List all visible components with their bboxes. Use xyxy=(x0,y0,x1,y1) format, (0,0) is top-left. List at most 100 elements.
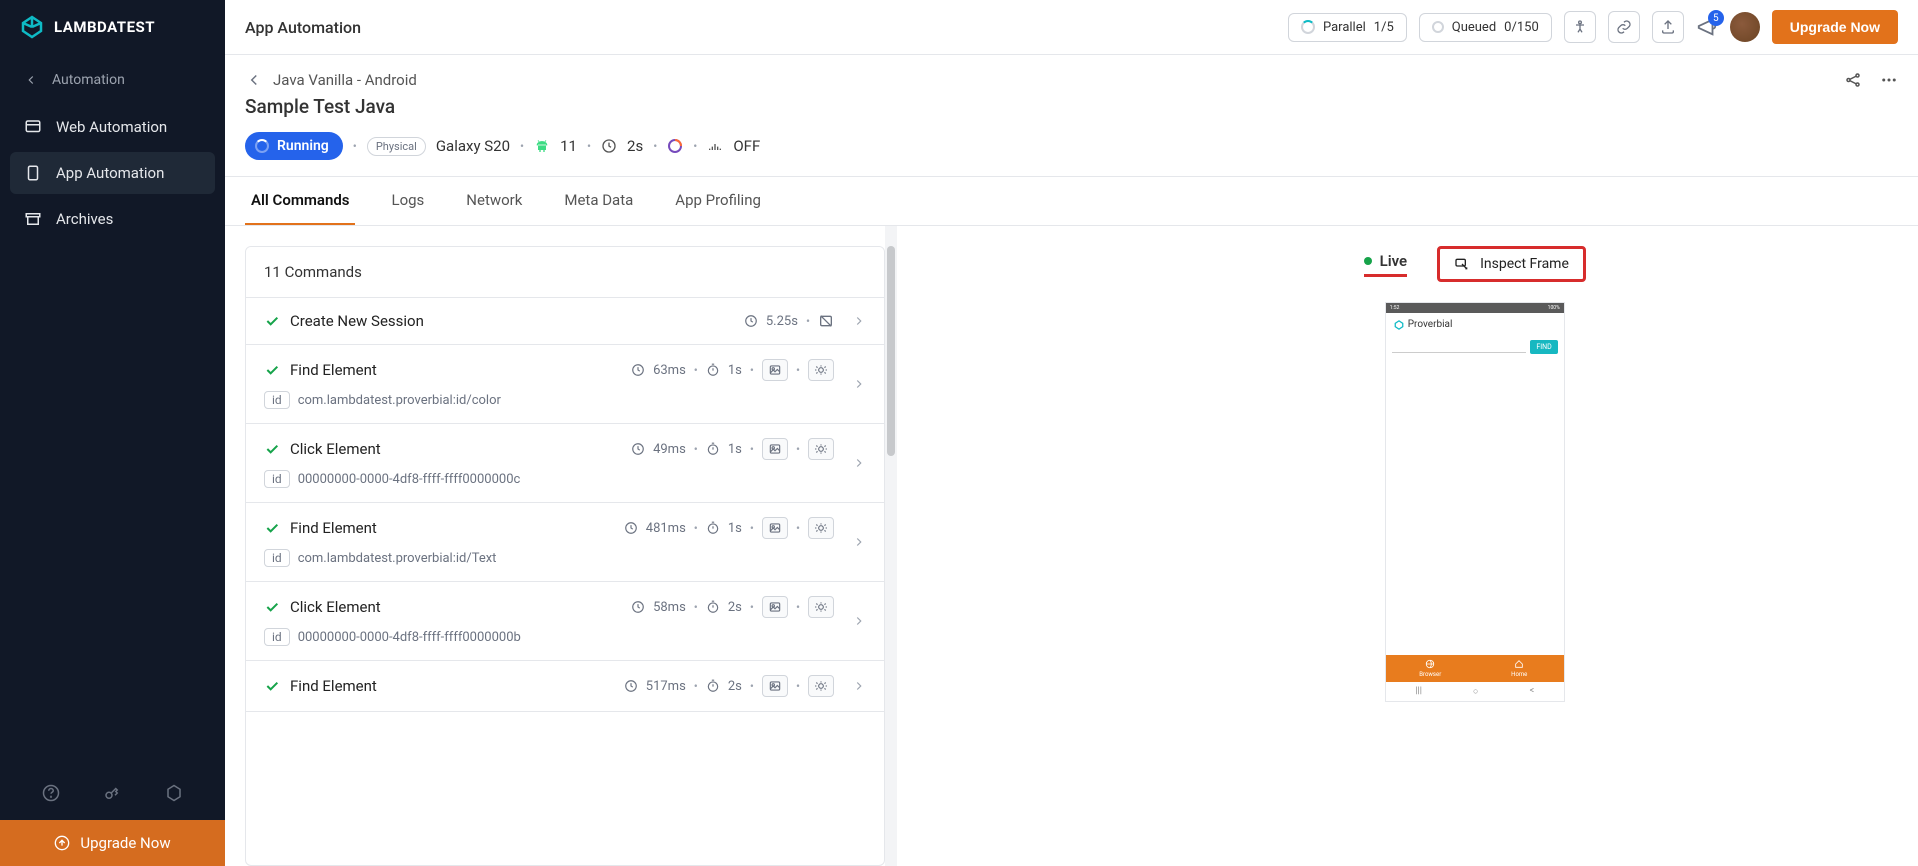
clock-icon xyxy=(601,138,617,154)
screenshot-icon[interactable] xyxy=(762,596,788,618)
tab-app-profiling[interactable]: App Profiling xyxy=(669,177,767,225)
spinner-icon xyxy=(1301,20,1315,34)
check-icon xyxy=(264,599,280,615)
main: App Automation Parallel 1/5 Queued 0/150 xyxy=(225,0,1918,866)
device-search-row: FIND xyxy=(1386,336,1564,358)
stopwatch-icon xyxy=(706,363,720,377)
debug-icon[interactable] xyxy=(808,596,834,618)
android-icon xyxy=(534,138,550,154)
check-icon xyxy=(264,313,280,329)
screenshot-icon[interactable] xyxy=(762,675,788,697)
commands-list: Create New Session 5.25s• Find Element 6… xyxy=(246,298,884,865)
commands-header: 11 Commands xyxy=(246,247,884,298)
inspect-frame-button[interactable]: Inspect Frame xyxy=(1437,246,1586,282)
clock-icon xyxy=(631,442,645,456)
sidebar-item-web-automation[interactable]: Web Automation xyxy=(10,106,215,148)
clock-icon xyxy=(624,521,638,535)
debug-icon[interactable] xyxy=(808,675,834,697)
logo[interactable]: LAMBDATEST xyxy=(0,0,225,54)
tabs: All Commands Logs Network Meta Data App … xyxy=(225,177,1918,226)
device-tab-home: Home xyxy=(1475,655,1564,682)
screenshot-icon[interactable] xyxy=(762,438,788,460)
debug-icon[interactable] xyxy=(808,359,834,381)
puzzle-icon[interactable] xyxy=(165,784,183,802)
clock-icon xyxy=(744,314,758,328)
check-icon xyxy=(264,441,280,457)
device-find-button: FIND xyxy=(1530,340,1557,354)
command-row[interactable]: Click Element 58ms•2s•• id00000000-0000-… xyxy=(246,582,884,661)
help-icon[interactable] xyxy=(42,784,60,802)
breadcrumb[interactable]: Java Vanilla - Android xyxy=(245,71,417,89)
preview-panel: Live Inspect Frame 1:52 100% Proverbial xyxy=(1032,226,1918,866)
device-name: Galaxy S20 xyxy=(436,137,510,155)
command-meta: 5.25s• xyxy=(744,313,834,329)
accessibility-button[interactable] xyxy=(1564,11,1596,43)
sidebar-back[interactable]: Automation xyxy=(0,54,225,106)
chevron-right-icon xyxy=(852,535,866,549)
notifications-button[interactable]: 5 xyxy=(1696,16,1718,38)
sidebar-nav: Web Automation App Automation Archives xyxy=(0,106,225,240)
tab-all-commands[interactable]: All Commands xyxy=(245,177,355,225)
id-tag: id xyxy=(264,549,290,567)
screenshot-icon[interactable] xyxy=(762,359,788,381)
status-row: Running • Physical Galaxy S20 • 11 • 2s … xyxy=(225,128,1918,177)
home-nav-icon: ○ xyxy=(1473,686,1478,697)
command-row[interactable]: Find Element 517ms•2s•• xyxy=(246,661,884,712)
command-meta: 517ms•2s•• xyxy=(624,675,834,697)
live-indicator[interactable]: Live xyxy=(1364,252,1408,277)
stopwatch-icon xyxy=(706,679,720,693)
command-meta: 49ms•1s•• xyxy=(631,438,834,460)
link-icon xyxy=(1616,19,1632,35)
upgrade-now-button[interactable]: Upgrade Now xyxy=(1772,10,1898,44)
page-section-title: App Automation xyxy=(245,18,361,37)
mobile-icon xyxy=(24,164,42,182)
stopwatch-icon xyxy=(706,442,720,456)
chevron-left-icon[interactable] xyxy=(245,71,263,89)
sidebar-item-app-automation[interactable]: App Automation xyxy=(10,152,215,194)
id-tag: id xyxy=(264,391,290,409)
tab-metadata[interactable]: Meta Data xyxy=(558,177,639,225)
more-icon[interactable] xyxy=(1880,71,1898,89)
share-icon[interactable] xyxy=(1844,71,1862,89)
scrollbar-thumb[interactable] xyxy=(887,246,895,456)
queued-badge[interactable]: Queued 0/150 xyxy=(1419,13,1552,42)
upload-icon xyxy=(1660,19,1676,35)
command-time: 517ms xyxy=(646,679,686,694)
key-icon[interactable] xyxy=(103,784,121,802)
spinner-icon xyxy=(255,139,269,153)
sidebar-item-label: App Automation xyxy=(56,164,164,182)
avatar[interactable] xyxy=(1730,12,1760,42)
debug-icon[interactable] xyxy=(808,517,834,539)
breadcrumb-actions xyxy=(1844,71,1898,89)
command-name: Find Element xyxy=(290,519,377,537)
scrollbar[interactable] xyxy=(885,226,897,866)
check-icon xyxy=(264,520,280,536)
content-area: 11 Commands Create New Session 5.25s• Fi… xyxy=(225,226,1918,866)
debug-icon[interactable] xyxy=(808,438,834,460)
chevron-right-icon xyxy=(852,679,866,693)
command-time: 49ms xyxy=(653,442,686,457)
breadcrumb-path: Java Vanilla - Android xyxy=(273,71,417,89)
id-value: 00000000-0000-4df8-ffff-ffff0000000c xyxy=(298,472,521,487)
lambdatest-logo-icon xyxy=(1394,320,1404,330)
archive-icon xyxy=(24,210,42,228)
notification-badge: 5 xyxy=(1708,10,1724,26)
upgrade-label: Upgrade Now xyxy=(80,834,170,852)
browser-icon xyxy=(24,118,42,136)
tab-logs[interactable]: Logs xyxy=(385,177,430,225)
sidebar-item-archives[interactable]: Archives xyxy=(10,198,215,240)
command-row[interactable]: Find Element 481ms•1s•• idcom.lambdatest… xyxy=(246,503,884,582)
tab-network[interactable]: Network xyxy=(460,177,528,225)
link-button[interactable] xyxy=(1608,11,1640,43)
screenshot-icon[interactable] xyxy=(762,517,788,539)
top-bar: App Automation Parallel 1/5 Queued 0/150 xyxy=(225,0,1918,55)
command-row[interactable]: Click Element 49ms•1s•• id00000000-0000-… xyxy=(246,424,884,503)
id-tag: id xyxy=(264,628,290,646)
upgrade-now-sidebar-button[interactable]: Upgrade Now xyxy=(0,820,225,866)
command-meta: 58ms•2s•• xyxy=(631,596,834,618)
sidebar-item-label: Archives xyxy=(56,210,113,228)
upload-button[interactable] xyxy=(1652,11,1684,43)
command-row[interactable]: Find Element 63ms•1s•• idcom.lambdatest.… xyxy=(246,345,884,424)
command-row[interactable]: Create New Session 5.25s• xyxy=(246,298,884,345)
parallel-badge[interactable]: Parallel 1/5 xyxy=(1288,13,1407,42)
